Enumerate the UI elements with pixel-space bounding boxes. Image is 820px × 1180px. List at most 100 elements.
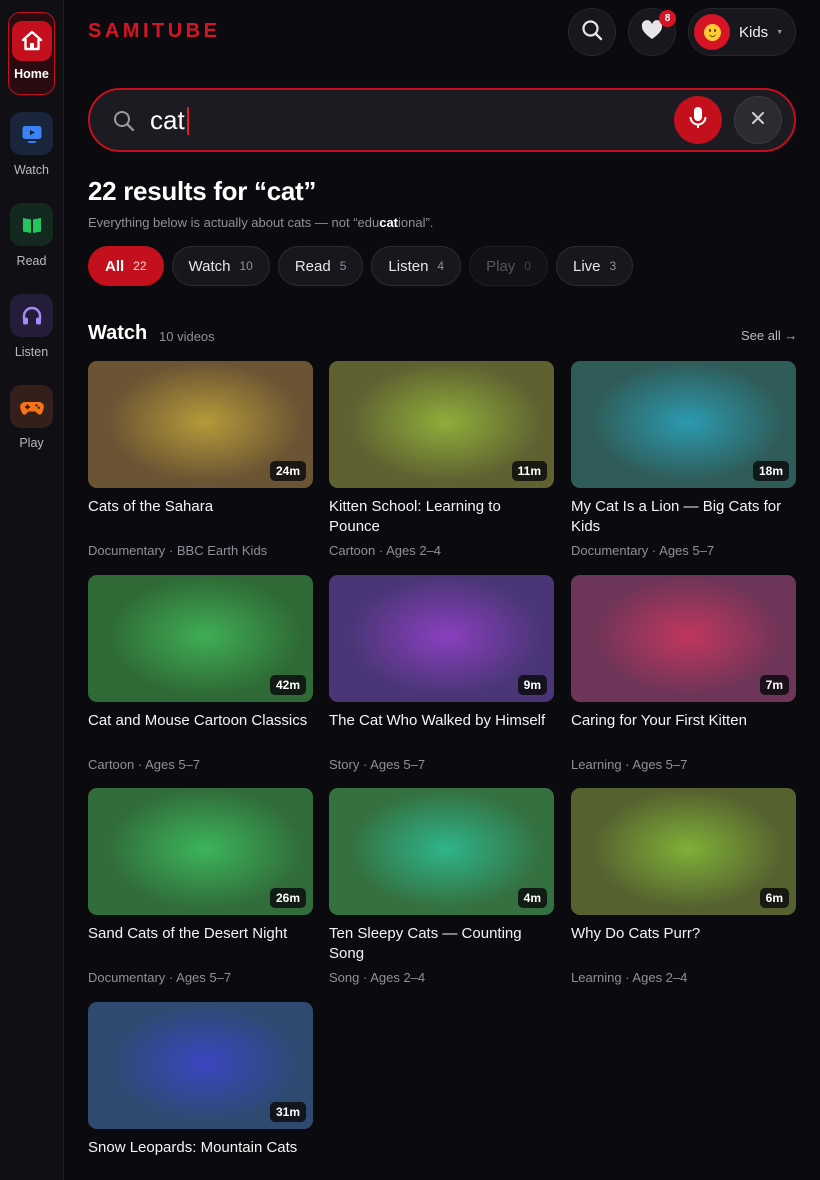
video-thumbnail: 24m (88, 361, 313, 488)
profile-name: Kids (739, 23, 769, 41)
favorites-count-badge: 8 (659, 10, 676, 27)
duration-badge: 42m (269, 675, 306, 695)
filter-chip-label: Play (486, 257, 516, 275)
video-title: Caring for Your First Kitten (571, 712, 747, 729)
filter-chip-count: 4 (437, 259, 445, 273)
filter-chip-count: 22 (133, 259, 147, 273)
gamepad-icon (10, 385, 53, 428)
video-card[interactable]: 42m Cat and Mouse Cartoon Classics Carto… (88, 575, 313, 772)
headphones-icon (10, 294, 53, 337)
filter-chip-count: 10 (239, 259, 253, 273)
filter-chip-label: Read (294, 257, 331, 275)
voice-search-button[interactable] (674, 96, 722, 144)
tv-icon (10, 112, 53, 155)
video-card[interactable]: 9m The Cat Who Walked by Himself Story ·… (329, 575, 554, 772)
video-meta: Learning · Ages 5–7 (571, 757, 688, 772)
video-title: Snow Leopards: Mountain Cats (88, 1139, 298, 1156)
sidebar-item-label: Listen (14, 345, 49, 359)
video-thumbnail: 4m (329, 788, 554, 915)
smiley-icon (703, 23, 721, 41)
clear-search-button[interactable] (734, 96, 782, 144)
sidebar-item-label: Read (16, 254, 47, 268)
sidebar-item-label: Play (19, 436, 44, 450)
filter-chip-listen[interactable]: Listen 4 (371, 246, 462, 286)
video-title: My Cat Is a Lion — Big Cats for Kids (571, 498, 782, 535)
book-icon (10, 203, 53, 246)
app-logo[interactable]: SAMITUBE (88, 20, 220, 43)
filter-chip-play: Play 0 (469, 246, 548, 286)
video-meta: Learning · Ages 2–4 (571, 970, 688, 985)
video-title: Sand Cats of the Desert Night (88, 925, 288, 942)
video-meta: Documentary · Ages 5–7 (88, 970, 232, 985)
favorites-button[interactable]: 8 (628, 8, 676, 56)
filter-chip-live[interactable]: Live 3 (555, 246, 634, 286)
duration-badge: 6m (759, 888, 789, 908)
video-card[interactable]: 31m Snow Leopards: Mountain Cats (88, 1002, 313, 1178)
filter-chips: All 22 Watch 10 Read 5 Listen 4 Play 0 Live 3 (88, 246, 634, 286)
results-note-highlight: cat (379, 215, 399, 230)
video-thumbnail: 42m (88, 575, 313, 702)
sidebar-item-read[interactable]: Read (8, 203, 55, 268)
profile-switcher[interactable]: Kids ▼ (688, 8, 796, 56)
video-title: Kitten School: Learning to Pounce (329, 498, 501, 535)
avatar (694, 14, 730, 50)
search-icon (112, 109, 136, 138)
search-button[interactable] (568, 8, 616, 56)
video-card[interactable]: 7m Caring for Your First Kitten Learning… (571, 575, 796, 772)
video-card[interactable]: 26m Sand Cats of the Desert Night Docume… (88, 788, 313, 985)
filter-chip-all[interactable]: All 22 (88, 246, 164, 286)
video-thumbnail: 6m (571, 788, 796, 915)
microphone-icon (688, 106, 708, 135)
video-thumbnail: 9m (329, 575, 554, 702)
sidebar-item-label: Home (14, 67, 49, 81)
video-thumbnail: 7m (571, 575, 796, 702)
video-meta: Story · Ages 5–7 (329, 757, 426, 772)
home-icon (11, 21, 52, 61)
video-card[interactable]: 6m Why Do Cats Purr? Learning · Ages 2–4 (571, 788, 796, 985)
results-note: Everything below is actually about cats … (88, 215, 433, 230)
video-meta: Song · Ages 2–4 (329, 970, 426, 985)
video-meta: Documentary · BBC Earth Kids (88, 543, 268, 558)
results-title: 22 results for “cat” (88, 176, 317, 206)
section-title: Watch (88, 322, 148, 344)
filter-chip-count: 5 (339, 259, 347, 273)
sidebar-item-home[interactable]: Home (8, 12, 55, 95)
text-cursor (187, 107, 189, 135)
filter-chip-label: Listen (388, 257, 429, 275)
close-icon (751, 111, 765, 130)
video-title: The Cat Who Walked by Himself (329, 712, 546, 729)
sidebar-item-watch[interactable]: Watch (8, 112, 55, 177)
sidebar-item-listen[interactable]: Listen (8, 294, 55, 359)
filter-chip-count: 0 (524, 259, 531, 273)
video-card[interactable]: 4m Ten Sleepy Cats — Counting Song Song … (329, 788, 554, 985)
search-input[interactable] (150, 104, 630, 136)
results-note-suffix: ional”. (398, 215, 434, 230)
video-card[interactable]: 11m Kitten School: Learning to Pounce Ca… (329, 361, 554, 558)
video-meta: Cartoon · Ages 2–4 (329, 543, 442, 558)
filter-chip-label: Live (572, 257, 601, 275)
video-thumbnail: 31m (88, 1002, 313, 1129)
video-meta: Cartoon · Ages 5–7 (88, 757, 201, 772)
filter-chip-count: 3 (609, 259, 617, 273)
sidebar-item-label: Watch (14, 163, 49, 177)
filter-chip-read[interactable]: Read 5 (277, 246, 364, 286)
video-thumbnail: 26m (88, 788, 313, 915)
video-card[interactable]: 18m My Cat Is a Lion — Big Cats for Kids… (571, 361, 796, 558)
video-title: Cats of the Sahara (88, 498, 214, 515)
sidebar-item-play[interactable]: Play (8, 385, 55, 450)
search-icon (581, 19, 603, 46)
video-thumbnail: 18m (571, 361, 796, 488)
video-card[interactable]: 24m Cats of the Sahara Documentary · BBC… (88, 361, 313, 558)
duration-badge: 7m (759, 675, 789, 695)
duration-badge: 24m (269, 461, 306, 481)
duration-badge: 4m (517, 888, 547, 908)
duration-badge: 11m (511, 461, 547, 481)
video-title: Ten Sleepy Cats — Counting Song (329, 925, 522, 962)
filter-chip-watch[interactable]: Watch 10 (171, 246, 270, 286)
see-all-link[interactable]: See all → (741, 328, 797, 343)
video-title: Why Do Cats Purr? (571, 925, 701, 942)
results-note-prefix: Everything below is actually about cats … (88, 215, 380, 230)
video-meta: Documentary · Ages 5–7 (571, 543, 715, 558)
duration-badge: 9m (517, 675, 547, 695)
search-bar (88, 88, 796, 152)
